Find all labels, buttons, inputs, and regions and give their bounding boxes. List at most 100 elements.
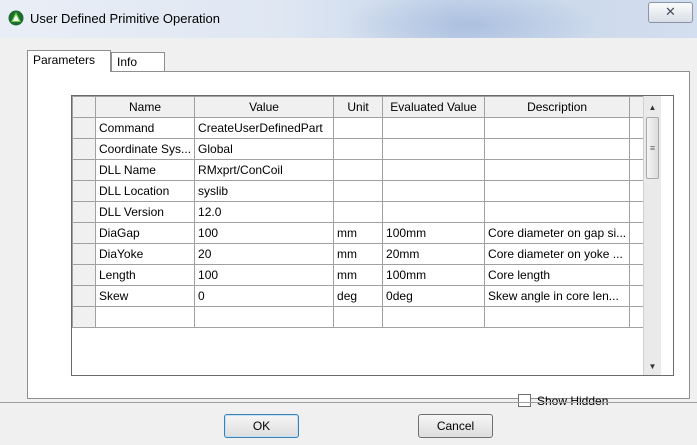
row-header-cell[interactable] (72, 159, 96, 181)
table-row[interactable]: Skew 0 deg 0deg Skew angle in core len... (72, 285, 654, 307)
scroll-down-arrow-icon[interactable]: ▼ (644, 358, 661, 375)
title-bar[interactable]: User Defined Primitive Operation ✕ (0, 0, 697, 60)
table-row[interactable]: Coordinate Sys... Global (72, 138, 654, 160)
row-header-cell[interactable] (72, 180, 96, 202)
row-header-cell[interactable] (72, 138, 96, 160)
cell-unit[interactable] (333, 201, 384, 223)
cell-unit[interactable] (333, 138, 384, 160)
table-row[interactable]: Command CreateUserDefinedPart (72, 117, 654, 139)
cell-evaluated-value[interactable]: 100mm (382, 222, 486, 244)
cell-evaluated-value[interactable] (382, 180, 486, 202)
table-row[interactable]: Length 100 mm 100mm Core length (72, 264, 654, 286)
cell-unit[interactable] (333, 117, 384, 139)
partial-row-cell (484, 306, 631, 328)
cell-evaluated-value[interactable] (382, 159, 486, 181)
cell-evaluated-value[interactable] (382, 138, 486, 160)
cell-unit[interactable]: mm (333, 222, 384, 244)
column-header-evaluated-value[interactable]: Evaluated Value (382, 96, 486, 118)
table-row[interactable]: DiaGap 100 mm 100mm Core diameter on gap si.… (72, 222, 654, 244)
cell-name[interactable]: Coordinate Sys... (94, 138, 196, 160)
cell-value[interactable]: CreateUserDefinedPart (194, 117, 335, 139)
cell-description[interactable] (484, 180, 631, 202)
cancel-button[interactable]: Cancel (418, 414, 493, 438)
cell-value[interactable]: 12.0 (194, 201, 335, 223)
tab-parameters[interactable]: Parameters (27, 50, 111, 72)
tab-info[interactable]: Info (111, 52, 165, 71)
tab-parameters-label: Parameters (33, 53, 96, 67)
row-header-cell[interactable] (72, 285, 96, 307)
show-hidden-label: Show Hidden (537, 394, 609, 408)
cell-unit[interactable]: deg (333, 285, 384, 307)
table-row[interactable]: DLL Name RMxprt/ConCoil (72, 159, 654, 181)
column-header-name[interactable]: Name (94, 96, 196, 118)
cell-evaluated-value[interactable]: 0deg (382, 285, 486, 307)
grid-scrollbar[interactable]: ▲ ≡ ▼ (643, 96, 661, 375)
row-header-cell[interactable] (72, 243, 96, 265)
cell-description[interactable] (484, 117, 631, 139)
ok-button[interactable]: OK (224, 414, 299, 438)
window-title: User Defined Primitive Operation (30, 11, 221, 26)
row-header-corner (72, 96, 96, 118)
cell-value[interactable]: 0 (194, 285, 335, 307)
column-header-description[interactable]: Description (484, 96, 631, 118)
cell-evaluated-value[interactable] (382, 117, 486, 139)
table-row[interactable]: DiaYoke 20 mm 20mm Core diameter on yoke ... (72, 243, 654, 265)
cell-value[interactable]: 20 (194, 243, 335, 265)
cell-unit[interactable]: mm (333, 264, 384, 286)
cell-unit[interactable] (333, 159, 384, 181)
show-hidden-option[interactable]: Show Hidden (518, 394, 608, 408)
close-button[interactable]: ✕ (648, 2, 693, 23)
cell-description[interactable] (484, 138, 631, 160)
partial-row-cell (72, 306, 96, 328)
dialog-body: Parameters Info Name Value Unit Evaluate… (7, 38, 690, 443)
cell-name[interactable]: DiaYoke (94, 243, 196, 265)
cell-evaluated-value[interactable]: 100mm (382, 264, 486, 286)
cell-description[interactable] (484, 201, 631, 223)
tab-info-label: Info (117, 55, 138, 69)
column-header-unit[interactable]: Unit (333, 96, 384, 118)
scroll-thumb[interactable]: ≡ (646, 117, 659, 179)
cell-name[interactable]: Skew (94, 285, 196, 307)
app-icon (8, 10, 24, 26)
close-icon: ✕ (665, 4, 676, 19)
scroll-up-arrow-icon[interactable]: ▲ (644, 99, 661, 116)
partial-row-cell (333, 306, 384, 328)
table-header-row: Name Value Unit Evaluated Value Descript… (72, 96, 654, 118)
cell-name[interactable]: DLL Version (94, 201, 196, 223)
cell-name[interactable]: DLL Location (94, 180, 196, 202)
row-header-cell[interactable] (72, 222, 96, 244)
cell-description[interactable]: Core length (484, 264, 631, 286)
cell-unit[interactable] (333, 180, 384, 202)
cell-name[interactable]: DiaGap (94, 222, 196, 244)
footer-divider (0, 402, 697, 403)
cell-unit[interactable]: mm (333, 243, 384, 265)
parameters-grid: Name Value Unit Evaluated Value Descript… (71, 95, 674, 376)
partial-row-cell (382, 306, 486, 328)
cell-description[interactable] (484, 159, 631, 181)
parameters-table: Name Value Unit Evaluated Value Descript… (72, 96, 654, 328)
cell-evaluated-value[interactable]: 20mm (382, 243, 486, 265)
column-header-value[interactable]: Value (194, 96, 335, 118)
table-row[interactable]: DLL Location syslib (72, 180, 654, 202)
cell-description[interactable]: Skew angle in core len... (484, 285, 631, 307)
row-header-cell[interactable] (72, 201, 96, 223)
cell-evaluated-value[interactable] (382, 201, 486, 223)
dialog-window: User Defined Primitive Operation ✕ Param… (0, 0, 697, 445)
table-row[interactable]: DLL Version 12.0 (72, 201, 654, 223)
cell-description[interactable]: Core diameter on gap si... (484, 222, 631, 244)
row-header-cell[interactable] (72, 264, 96, 286)
cell-name[interactable]: Length (94, 264, 196, 286)
grid-right-margin (660, 96, 673, 375)
cell-value[interactable]: syslib (194, 180, 335, 202)
cell-name[interactable]: Command (94, 117, 196, 139)
cell-value[interactable]: 100 (194, 264, 335, 286)
show-hidden-checkbox[interactable] (518, 394, 531, 407)
cell-value[interactable]: 100 (194, 222, 335, 244)
row-header-cell[interactable] (72, 117, 96, 139)
partial-row-cell (194, 306, 335, 328)
partial-row-cell (94, 306, 196, 328)
cell-name[interactable]: DLL Name (94, 159, 196, 181)
cell-value[interactable]: RMxprt/ConCoil (194, 159, 335, 181)
cell-value[interactable]: Global (194, 138, 335, 160)
cell-description[interactable]: Core diameter on yoke ... (484, 243, 631, 265)
